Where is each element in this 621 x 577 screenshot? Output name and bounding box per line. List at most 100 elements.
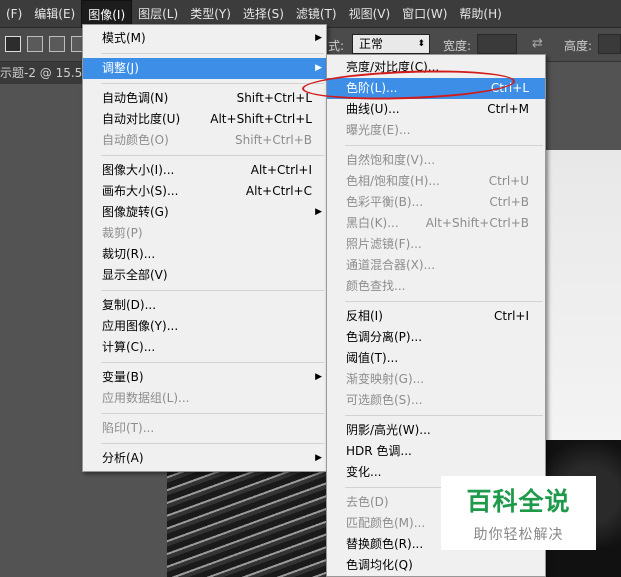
menu-item-label: 可选颜色(S)... [346,393,423,407]
image-menu-item[interactable]: 变量(B) ▶ [83,367,326,388]
menu-edit[interactable]: 编辑(E) [28,0,81,28]
adjust-menu-item[interactable]: 色调均化(Q) [327,555,545,576]
menu-item-label: 画布大小(S)... [102,184,179,198]
menu-file[interactable]: (F) [0,0,28,28]
menu-help[interactable]: 帮助(H) [453,0,507,28]
menu-item-label: 自动色调(N) [102,91,169,105]
submenu-arrow-icon: ▶ [315,63,322,73]
adjust-menu-item: 曝光度(E)... [327,120,545,141]
add-selection-icon[interactable] [27,36,43,52]
image-menu-item: 自动颜色(O) Shift+Ctrl+B [83,130,326,151]
menu-item-shortcut: Shift+Ctrl+L [236,91,312,105]
menu-item-label: 渐变映射(G)... [346,372,425,386]
adjust-menu-item[interactable]: 曲线(U)... Ctrl+M [327,99,545,120]
image-menu-item: 应用数据组(L)... [83,388,326,409]
menu-item-label: 曲线(U)... [346,102,400,116]
menu-item-label: 自然饱和度(V)... [346,153,436,167]
image-menu-item[interactable]: 裁切(R)... [83,244,326,265]
menu-separator [101,413,324,414]
menu-item-shortcut: Alt+Ctrl+I [250,163,312,177]
image-menu-item[interactable]: 分析(A) ▶ [83,448,326,469]
adjust-menu-item: 通道混合器(X)... [327,255,545,276]
height-label: 高度: [564,39,593,53]
menu-item-label: 颜色查找... [346,279,406,293]
menu-item-label: 应用数据组(L)... [102,391,190,405]
menu-separator [101,443,324,444]
menu-item-label: 变量(B) [102,370,144,384]
menu-separator [101,53,324,54]
document-tab[interactable]: 示题-2 @ 15.5% [0,62,90,84]
image-menu-item[interactable]: 调整(J) ▶ [83,58,326,79]
canvas-image-roof [167,470,327,577]
menu-item-label: 计算(C)... [102,340,156,354]
image-menu-item[interactable]: 图像旋转(G) ▶ [83,202,326,223]
menu-item-label: 色调分离(P)... [346,330,423,344]
menu-separator [101,83,324,84]
width-label: 宽度: [443,39,472,53]
menu-item-label: 变化... [346,465,382,479]
adjust-menu-item[interactable]: 色调分离(P)... [327,327,545,348]
menu-item-label: HDR 色调... [346,444,412,458]
menu-item-label: 自动对比度(U) [102,112,181,126]
adjust-menu-item: 黑白(K)... Alt+Shift+Ctrl+B [327,213,545,234]
style-select-value: 正常 [359,37,384,51]
image-menu-item: 裁剪(P) [83,223,326,244]
watermark-logo: 百科全说 助你轻松解决 [441,476,596,550]
menu-item-label: 调整(J) [102,61,139,75]
subtract-selection-icon[interactable] [49,36,65,52]
menu-item-label: 色调均化(Q) [346,558,413,572]
menu-separator [345,145,543,146]
image-menu-item[interactable]: 自动对比度(U) Alt+Shift+Ctrl+L [83,109,326,130]
adjust-menu-item[interactable]: 阴影/高光(W)... [327,420,545,441]
adjust-menu-item: 颜色查找... [327,276,545,297]
adjust-menu-item: 可选颜色(S)... [327,390,545,411]
image-menu-item[interactable]: 自动色调(N) Shift+Ctrl+L [83,88,326,109]
menu-item-label: 阈值(T)... [346,351,399,365]
menu-item-label: 色相/饱和度(H)... [346,174,440,188]
menu-item-label: 自动颜色(O) [102,133,169,147]
menu-item-label: 图像旋转(G) [102,205,169,219]
adjust-menu-item[interactable]: HDR 色调... [327,441,545,462]
menu-separator [345,415,543,416]
image-menu-item[interactable]: 显示全部(V) [83,265,326,286]
menu-item-shortcut: Alt+Shift+Ctrl+L [210,112,312,126]
image-menu-item[interactable]: 计算(C)... [83,337,326,358]
image-menu-item[interactable]: 复制(D)... [83,295,326,316]
menu-view[interactable]: 视图(V) [343,0,397,28]
menu-item-label: 图像大小(I)... [102,163,175,177]
adjust-menu-item[interactable]: 阈值(T)... [327,348,545,369]
new-selection-icon[interactable] [5,36,21,52]
width-field[interactable] [477,34,517,54]
menu-window[interactable]: 窗口(W) [396,0,453,28]
menu-item-label: 反相(I) [346,309,383,323]
submenu-arrow-icon: ▶ [315,453,322,463]
menu-item-label: 黑白(K)... [346,216,399,230]
image-menu-item[interactable]: 应用图像(Y)... [83,316,326,337]
menu-item-label: 替换颜色(R)... [346,537,424,551]
submenu-arrow-icon: ▶ [315,372,322,382]
style-select[interactable]: 正常 ⬍ [352,34,430,54]
menu-separator [345,301,543,302]
adjust-menu-item[interactable]: 反相(I) Ctrl+I [327,306,545,327]
menu-item-shortcut: Ctrl+B [489,195,529,209]
menu-item-label: 裁切(R)... [102,247,156,261]
image-menu-item: 陷印(T)... [83,418,326,439]
image-menu-item[interactable]: 图像大小(I)... Alt+Ctrl+I [83,160,326,181]
image-menu-item[interactable]: 模式(M) ▶ [83,28,326,49]
menu-item-shortcut: Ctrl+M [487,102,529,116]
adjust-menu-item: 照片滤镜(F)... [327,234,545,255]
menu-item-label: 照片滤镜(F)... [346,237,422,251]
height-field[interactable] [598,34,621,54]
image-menu-item[interactable]: 画布大小(S)... Alt+Ctrl+C [83,181,326,202]
adjust-menu-item: 自然饱和度(V)... [327,150,545,171]
menu-separator [101,290,324,291]
image-menu: 模式(M) ▶ 调整(J) ▶ 自动色调(N) Shift+Ctrl+L 自动对比度(U) A… [82,24,327,472]
menu-item-label: 分析(A) [102,451,144,465]
swap-icon[interactable]: ⇄ [532,36,543,51]
menu-item-label: 阴影/高光(W)... [346,423,431,437]
menu-item-label: 陷印(T)... [102,421,155,435]
watermark-title: 百科全说 [466,487,571,516]
menu-item-label: 曝光度(E)... [346,123,411,137]
select-arrows-icon: ⬍ [417,39,425,49]
menu-item-label: 显示全部(V) [102,268,168,282]
